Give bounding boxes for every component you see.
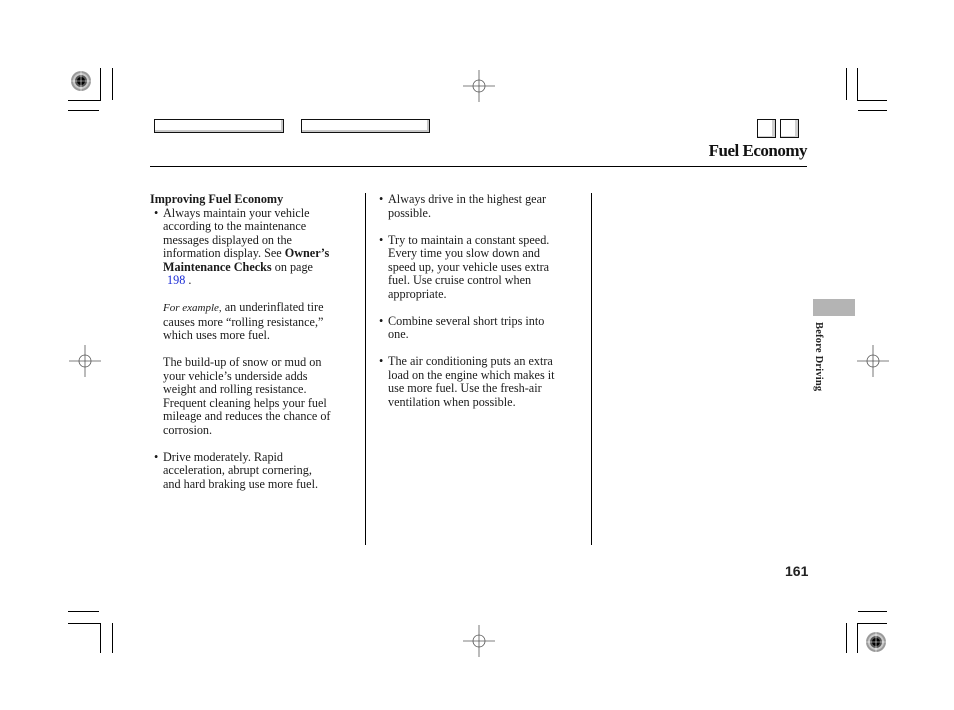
section-tab[interactable] — [813, 299, 855, 316]
header-divider — [150, 166, 807, 167]
list-item: • Drive moderately. Rapid acceleration, … — [154, 449, 318, 491]
example-paragraph: For example, an underinflated tire cause… — [163, 300, 324, 342]
list-item: • The air conditioning puts an extra loa… — [379, 354, 555, 409]
column-2: • Always drive in the highest gear possi… — [375, 192, 587, 409]
next-page-button[interactable] — [780, 119, 799, 138]
list-item: • Combine several short trips into one. — [379, 313, 545, 341]
column-divider — [591, 193, 592, 545]
registration-target-icon — [70, 70, 92, 92]
bullet-icon: • — [379, 192, 384, 206]
bullet-icon: • — [379, 354, 384, 368]
previous-page-button[interactable] — [757, 119, 776, 138]
page-title: Fuel Economy — [708, 141, 808, 160]
page-number: 161 — [785, 563, 809, 579]
list-item: • Always maintain your vehicle according… — [154, 205, 330, 287]
registration-target-icon — [865, 631, 887, 653]
paragraph: The build-up of snow or mud on your vehi… — [163, 355, 331, 437]
crosshair-icon — [463, 70, 495, 102]
section-heading: Improving Fuel Economy — [150, 192, 284, 206]
cross-reference: Owner’s — [284, 246, 330, 260]
bullet-icon: • — [379, 232, 384, 247]
bullet-icon: • — [154, 449, 159, 464]
list-item: • Always drive in the highest gear possi… — [379, 192, 547, 220]
bullet-icon: • — [154, 205, 159, 220]
bullet-icon: • — [379, 313, 384, 328]
nav-button-2[interactable] — [301, 119, 430, 133]
section-tab-label: Before Driving — [813, 322, 824, 392]
list-item: • Try to maintain a constant speed. Ever… — [379, 232, 550, 301]
crosshair-icon — [857, 345, 889, 377]
nav-button-1[interactable] — [154, 119, 284, 133]
column-1: Improving Fuel Economy • Always maintain… — [150, 192, 362, 491]
crosshair-icon — [69, 345, 101, 377]
cross-reference: Maintenance Checks — [163, 259, 272, 274]
crosshair-icon — [463, 625, 495, 657]
column-divider — [365, 193, 366, 545]
page-link[interactable]: 198 — [163, 273, 185, 287]
